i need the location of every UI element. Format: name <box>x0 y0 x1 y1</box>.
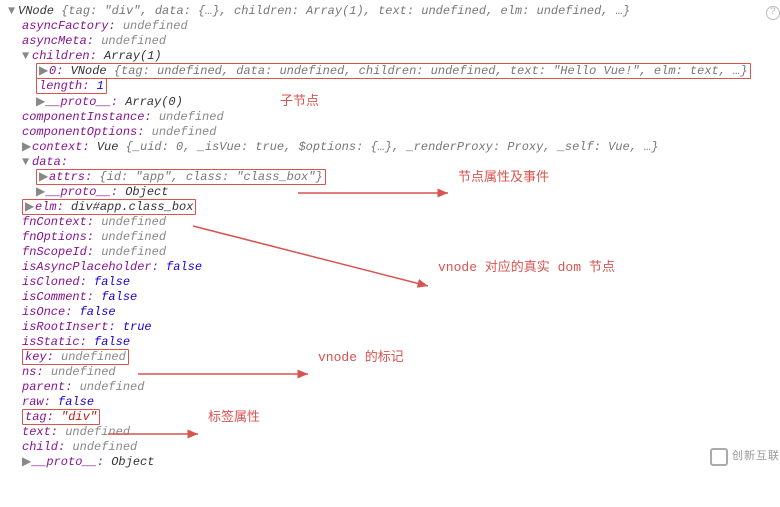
tree-row[interactable]: child: undefined <box>8 440 780 455</box>
tree-row-elm[interactable]: ▶elm: div#app.class_box <box>8 200 780 215</box>
tree-row[interactable]: raw: false <box>8 395 780 410</box>
expand-arrow-icon[interactable]: ▼ <box>22 155 32 170</box>
tree-row[interactable]: asyncMeta: undefined <box>8 34 780 49</box>
tree-row[interactable]: parent: undefined <box>8 380 780 395</box>
annotation-tag: 标签属性 <box>208 410 260 425</box>
annotation-children: 子节点 <box>280 94 319 109</box>
tree-row[interactable]: asyncFactory: undefined <box>8 19 780 34</box>
tree-row[interactable]: text: undefined <box>8 425 780 440</box>
devtools-object-tree: ? ▼VNode {tag: "div", data: {…}, childre… <box>8 4 780 470</box>
tree-row-root[interactable]: ▼VNode {tag: "div", data: {…}, children:… <box>8 4 780 19</box>
tree-row-attrs[interactable]: ▶attrs: {id: "app", class: "class_box"} … <box>8 170 780 185</box>
tree-row[interactable]: isComment: false <box>8 290 780 305</box>
tree-row[interactable]: fnContext: undefined <box>8 215 780 230</box>
watermark: 创新互联 <box>710 448 780 466</box>
tree-row[interactable]: componentOptions: undefined <box>8 125 780 140</box>
expand-arrow-icon[interactable]: ▼ <box>22 49 32 64</box>
tree-row-child0[interactable]: ▶0: VNode {tag: undefined, data: undefin… <box>8 64 780 79</box>
tree-row-data[interactable]: ▼data: <box>8 155 780 170</box>
highlighted-region: key: undefined <box>22 349 129 365</box>
tree-row[interactable]: fnOptions: undefined <box>8 230 780 245</box>
highlighted-region: length: 1 <box>36 78 107 94</box>
expand-arrow-icon[interactable]: ▼ <box>8 4 18 19</box>
tree-row-proto[interactable]: ▶__proto__: Object <box>8 455 780 470</box>
tree-row-children[interactable]: ▼children: Array(1) <box>8 49 780 64</box>
collapse-arrow-icon[interactable]: ▶ <box>36 185 46 200</box>
annotation-elm: vnode 对应的真实 dom 节点 <box>438 260 615 275</box>
collapse-arrow-icon[interactable]: ▶ <box>25 200 35 215</box>
tree-row[interactable]: isCloned: false <box>8 275 780 290</box>
collapse-arrow-icon[interactable]: ▶ <box>39 64 49 79</box>
tree-row-tag[interactable]: tag: "div" 标签属性 <box>8 410 780 425</box>
collapse-arrow-icon[interactable]: ▶ <box>22 455 32 470</box>
tree-row[interactable]: length: 1 <box>8 79 780 94</box>
highlighted-region: ▶elm: div#app.class_box <box>22 199 196 215</box>
tree-row[interactable]: isStatic: false <box>8 335 780 350</box>
collapse-arrow-icon[interactable]: ▶ <box>36 95 46 110</box>
highlighted-region: tag: "div" <box>22 409 100 425</box>
collapse-arrow-icon[interactable]: ▶ <box>22 140 32 155</box>
highlighted-region: ▶attrs: {id: "app", class: "class_box"} <box>36 169 326 185</box>
watermark-icon <box>710 448 728 466</box>
annotation-key: vnode 的标记 <box>318 350 404 365</box>
tree-row-key[interactable]: key: undefined vnode 的标记 <box>8 350 780 365</box>
tree-row-context[interactable]: ▶context: Vue {_uid: 0, _isVue: true, $o… <box>8 140 780 155</box>
help-icon[interactable]: ? <box>766 6 780 20</box>
tree-row[interactable]: isRootInsert: true <box>8 320 780 335</box>
highlighted-region: ▶0: VNode {tag: undefined, data: undefin… <box>36 63 751 79</box>
collapse-arrow-icon[interactable]: ▶ <box>39 170 49 185</box>
tree-row[interactable]: ns: undefined <box>8 365 780 380</box>
tree-row[interactable]: isOnce: false <box>8 305 780 320</box>
tree-row[interactable]: ▶__proto__: Object <box>8 185 780 200</box>
tree-row[interactable]: isAsyncPlaceholder: false vnode 对应的真实 do… <box>8 260 780 275</box>
annotation-attrs: 节点属性及事件 <box>458 170 549 185</box>
tree-row[interactable]: fnScopeId: undefined <box>8 245 780 260</box>
tree-row[interactable]: componentInstance: undefined <box>8 110 780 125</box>
tree-row[interactable]: ▶__proto__: Array(0) 子节点 <box>8 94 780 110</box>
